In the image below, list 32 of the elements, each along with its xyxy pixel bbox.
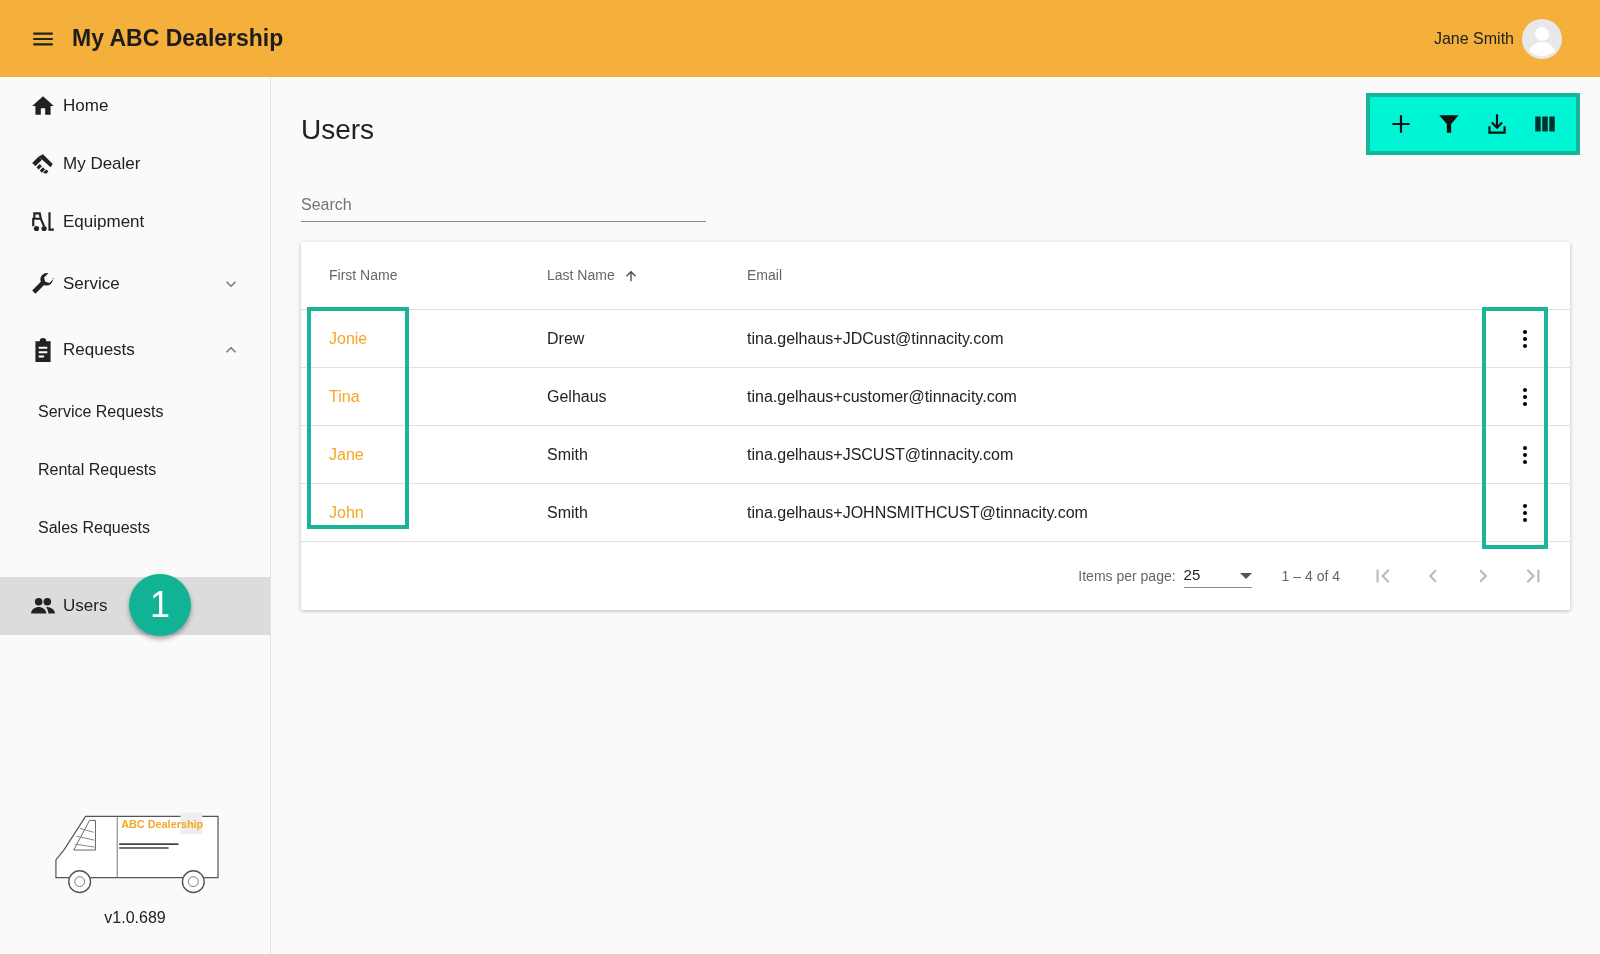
page-size-label: Items per page: — [1078, 566, 1176, 586]
page-range: 1 – 4 of 4 — [1281, 566, 1340, 586]
column-header[interactable]: Last Name — [547, 265, 615, 286]
wrench-icon — [30, 271, 56, 297]
column-header[interactable]: First Name — [329, 265, 398, 286]
page-size-select[interactable]: 25 — [1183, 564, 1252, 588]
table-cell-text: tina.gelhaus+JDCust@tinnacity.com — [747, 328, 1005, 349]
version-text: v1.0.689 — [104, 908, 166, 928]
sidebar-item[interactable]: Home — [0, 77, 270, 135]
app-title: My ABC Dealership — [72, 24, 284, 54]
table-cell-text: tina.gelhaus+JOHNSMITHCUST@tinnacity.com — [747, 502, 1089, 523]
logo-text: ABC Dealership — [121, 818, 204, 831]
table-cell-text: Smith — [547, 502, 589, 523]
search-field[interactable]: Search — [301, 189, 706, 222]
sidebar-item[interactable]: Requests — [0, 317, 270, 383]
sidebar-subitem[interactable]: Service Requests — [0, 383, 270, 441]
table-cell-text: tina.gelhaus+customer@tinnacity.com — [747, 386, 1018, 407]
column-header[interactable]: Email — [747, 265, 782, 286]
dropdown-arrow-icon — [1239, 572, 1252, 579]
sidebar-subitem[interactable]: Rental Requests — [0, 441, 270, 499]
sidebar-subitem[interactable]: Sales Requests — [0, 499, 270, 557]
table-cell-text: tina.gelhaus+JSCUST@tinnacity.com — [747, 444, 1015, 465]
sidebar-item[interactable]: Users 1 — [0, 577, 270, 635]
callout-badge: 1 — [129, 574, 191, 636]
sidebar-item[interactable]: Service — [0, 251, 270, 317]
table-cell-text: Smith — [547, 444, 589, 465]
table-cell-text: Gelhaus — [547, 386, 608, 407]
page-title: Users — [301, 113, 375, 147]
sidebar-item[interactable]: Equipment — [0, 193, 270, 251]
sidebar-item[interactable]: My Dealer — [0, 135, 270, 193]
user-name[interactable]: Jane Smith — [1433, 26, 1514, 51]
table-cell-text: Drew — [547, 328, 586, 349]
